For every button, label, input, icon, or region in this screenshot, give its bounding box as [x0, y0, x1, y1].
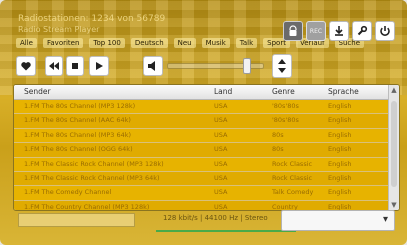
cell-country: USA: [214, 188, 228, 197]
cell-sender: 1.FM The 80s Channel (AAC 64k): [24, 116, 131, 125]
cell-sender: 1.FM The 80s Channel (OGG 64k): [24, 145, 133, 154]
play-button[interactable]: [89, 56, 109, 76]
volume-slider[interactable]: [167, 58, 264, 74]
stop-icon: [72, 63, 78, 69]
station-table: Sender Land Genre Sprache 1.FM The 80s C…: [13, 84, 400, 211]
cell-language: English: [328, 130, 352, 139]
speaker-icon: [148, 61, 155, 71]
tab-all[interactable]: Alle: [16, 38, 37, 48]
cell-language: English: [328, 188, 352, 197]
cell-country: USA: [214, 145, 228, 154]
rec-button[interactable]: REC: [306, 21, 326, 41]
scrollbar-thumb[interactable]: [391, 101, 397, 187]
cell-country: USA: [214, 159, 228, 168]
column-header-genre[interactable]: Genre: [272, 87, 295, 96]
tab-german[interactable]: Deutsch: [130, 38, 168, 48]
app-window: Radiostationen: 1234 von 56789 Radio Str…: [0, 0, 407, 245]
table-row[interactable]: 1.FM The 80s Channel (MP3 128k) USA '80s…: [14, 100, 388, 115]
volume-thumb[interactable]: [242, 58, 251, 74]
cell-genre: Talk Comedy: [272, 188, 314, 197]
buffer-progress-line: [156, 230, 296, 232]
move-button[interactable]: [272, 54, 292, 78]
power-button[interactable]: [375, 21, 395, 41]
cell-genre: Rock Classic: [272, 173, 313, 182]
cell-language: English: [328, 159, 352, 168]
cell-country: USA: [214, 202, 228, 211]
cell-country: USA: [214, 116, 228, 125]
stop-button[interactable]: [66, 56, 84, 76]
settings-button[interactable]: [352, 21, 372, 41]
cell-sender: 1.FM The Country Channel (MP3 128k): [24, 202, 150, 211]
column-header-sender[interactable]: Sender: [24, 87, 51, 96]
tab-talk[interactable]: Talk: [235, 38, 258, 48]
cell-language: English: [328, 116, 352, 125]
play-icon: [96, 62, 103, 70]
cell-country: USA: [214, 173, 228, 182]
cell-sender: 1.FM The 80s Channel (MP3 64k): [24, 130, 132, 139]
column-header-language[interactable]: Sprache: [328, 87, 359, 96]
favorite-button[interactable]: [16, 56, 36, 76]
cell-language: English: [328, 173, 352, 182]
cell-sender: 1.FM The Classic Rock Channel (MP3 128k): [24, 159, 164, 168]
cell-sender: 1.FM The Comedy Channel: [24, 188, 112, 197]
tab-favorites[interactable]: Favoriten: [43, 38, 84, 48]
cell-sender: 1.FM The Classic Rock Channel (MP3 64k): [24, 173, 160, 182]
cell-country: USA: [214, 130, 228, 139]
status-search-box[interactable]: [18, 213, 135, 227]
cell-country: USA: [214, 102, 228, 110]
window-subtitle: Radio Stream Player: [18, 25, 100, 34]
column-header-country[interactable]: Land: [214, 87, 232, 96]
cell-genre: '80s'80s: [272, 116, 299, 125]
rec-label: REC: [309, 27, 323, 35]
download-button[interactable]: [329, 21, 349, 41]
scroll-down-arrow-icon[interactable]: ▼: [390, 201, 398, 209]
heart-icon: [21, 62, 31, 71]
cell-genre: 80s: [272, 145, 284, 154]
table-row[interactable]: 1.FM The 80s Channel (AAC 64k) USA '80s'…: [14, 114, 388, 129]
mute-button[interactable]: [143, 56, 163, 76]
stream-info-text: 128 kbit/s | 44100 Hz | Stereo: [163, 214, 268, 222]
table-row[interactable]: 1.FM The Comedy Channel USA Talk Comedy …: [14, 186, 388, 201]
cell-language: English: [328, 145, 352, 154]
vertical-scrollbar[interactable]: ▲ ▼: [388, 85, 399, 210]
table-row[interactable]: 1.FM The 80s Channel (MP3 64k) USA 80s E…: [14, 128, 388, 144]
tab-top100[interactable]: Top 100: [89, 38, 125, 48]
previous-button[interactable]: [45, 56, 63, 76]
chevron-down-icon: ▾: [382, 214, 388, 225]
cell-genre: '80s'80s: [272, 102, 299, 110]
scroll-up-arrow-icon[interactable]: ▲: [390, 86, 398, 94]
download-icon: [335, 26, 343, 36]
table-row[interactable]: 1.FM The Classic Rock Channel (MP3 128k)…: [14, 157, 388, 172]
lock-button[interactable]: [283, 21, 303, 41]
lock-icon: [289, 25, 297, 36]
output-select[interactable]: ▾: [281, 210, 395, 231]
tab-new[interactable]: Neu: [173, 38, 196, 48]
cell-sender: 1.FM The 80s Channel (MP3 128k): [24, 102, 136, 110]
table-header: Sender Land Genre Sprache: [14, 85, 388, 100]
cell-genre: Rock Classic: [272, 159, 313, 168]
table-row[interactable]: 1.FM The Classic Rock Channel (MP3 64k) …: [14, 171, 388, 187]
wrench-icon: [357, 25, 368, 36]
power-icon: [380, 26, 390, 36]
table-row[interactable]: 1.FM The 80s Channel (OGG 64k) USA 80s E…: [14, 143, 388, 158]
cell-language: English: [328, 102, 352, 110]
window-title: Radiostationen: 1234 von 56789: [18, 14, 166, 24]
tab-music[interactable]: Musik: [201, 38, 230, 48]
rewind-icon: [49, 62, 59, 70]
updown-arrows-icon: [278, 59, 286, 73]
cell-genre: 80s: [272, 130, 284, 139]
table-body: 1.FM The 80s Channel (MP3 128k) USA '80s…: [14, 100, 388, 211]
